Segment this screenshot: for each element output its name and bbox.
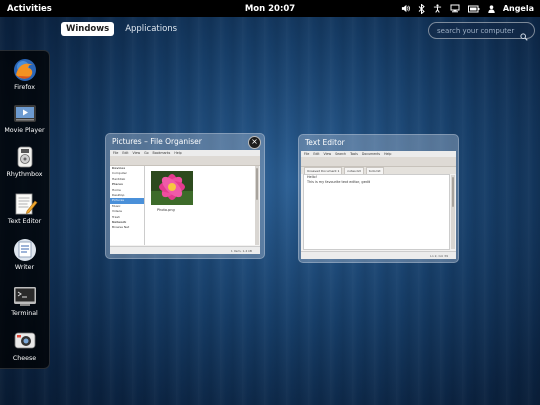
document-tab: notes.txt: [344, 167, 364, 174]
dash: Firefox Movie Player Rhythmbox Text Edit…: [0, 50, 50, 369]
dash-item-label: Rhythmbox: [6, 171, 43, 178]
flower-thumbnail-icon: [151, 171, 193, 205]
search-icon: [520, 26, 528, 45]
cheese-icon: [14, 332, 35, 349]
file-view: Photo.png: [145, 166, 255, 245]
dash-item-movie-player[interactable]: Movie Player: [0, 100, 49, 134]
search-input[interactable]: [437, 26, 519, 35]
network-icon[interactable]: [450, 4, 460, 13]
window-file-organiser[interactable]: Pictures – File Organiser × File Edit Vi…: [105, 133, 265, 259]
dash-item-terminal[interactable]: Terminal: [0, 283, 49, 317]
bluetooth-icon[interactable]: [418, 3, 425, 14]
places-sidebar: Devices Computer Harddisk Places Home De…: [110, 166, 145, 245]
dash-item-label: Cheese: [12, 355, 37, 362]
toolbar: [301, 157, 456, 167]
file-name: Photo.png: [157, 208, 175, 212]
window-title: Text Editor: [305, 138, 345, 147]
dash-item-cheese[interactable]: Cheese: [0, 328, 49, 362]
document-tab: todo.txt: [365, 167, 384, 174]
dash-item-firefox[interactable]: Firefox: [0, 57, 49, 91]
rhythmbox-icon: [17, 146, 32, 168]
firefox-icon: [13, 59, 36, 81]
toolbar: [110, 156, 260, 166]
sidebar-item: Browse Net: [112, 225, 130, 230]
user-icon: [488, 4, 495, 13]
scrollbar: [451, 175, 455, 249]
dash-item-label: Text Editor: [7, 218, 42, 225]
document-tabs: Unsaved Document 1 notes.txt todo.txt: [301, 167, 456, 174]
top-panel: Activities Mon 20:07 Angela: [0, 0, 540, 17]
document-tab: Unsaved Document 1: [304, 167, 343, 174]
battery-icon[interactable]: [467, 5, 480, 13]
accessibility-icon[interactable]: [433, 4, 442, 13]
editor-text-area: Hello! This is my favourite text editor,…: [303, 174, 450, 250]
view-selector: Windows Applications: [61, 22, 182, 36]
dash-item-label: Movie Player: [4, 127, 45, 134]
writer-icon: [13, 239, 36, 261]
volume-icon[interactable]: [401, 4, 410, 13]
dash-item-text-editor[interactable]: Text Editor: [0, 191, 49, 225]
dash-item-rhythmbox[interactable]: Rhythmbox: [0, 144, 49, 178]
tab-windows[interactable]: Windows: [61, 22, 115, 36]
window-text-editor[interactable]: Text Editor File Edit View Search Tools …: [298, 134, 459, 263]
search-box: [428, 22, 535, 41]
editor-line: This is my favourite text editor, gedit: [307, 180, 371, 184]
tab-applications[interactable]: Applications: [120, 22, 182, 36]
close-icon[interactable]: ×: [248, 136, 261, 149]
status-bar: Ln 2, Col 39: [301, 251, 456, 259]
dash-item-writer[interactable]: Writer: [0, 237, 49, 271]
scrollbar: [255, 166, 259, 245]
dash-item-label: Writer: [14, 264, 35, 271]
dash-item-label: Terminal: [11, 310, 38, 317]
user-menu[interactable]: Angela: [503, 4, 534, 13]
movie-player-icon: [13, 105, 36, 122]
status-bar: 1 item, 1.4 kB: [110, 246, 260, 254]
text-editor-preview: File Edit View Search Tools Documents He…: [301, 151, 456, 259]
terminal-icon: [13, 287, 36, 306]
file-organiser-preview: File Edit View Go Bookmarks Help Devices…: [110, 150, 260, 254]
window-title: Pictures – File Organiser: [112, 137, 202, 146]
text-editor-icon: [15, 193, 37, 215]
dash-item-label: Firefox: [14, 84, 35, 91]
status-area: Angela: [401, 0, 534, 17]
